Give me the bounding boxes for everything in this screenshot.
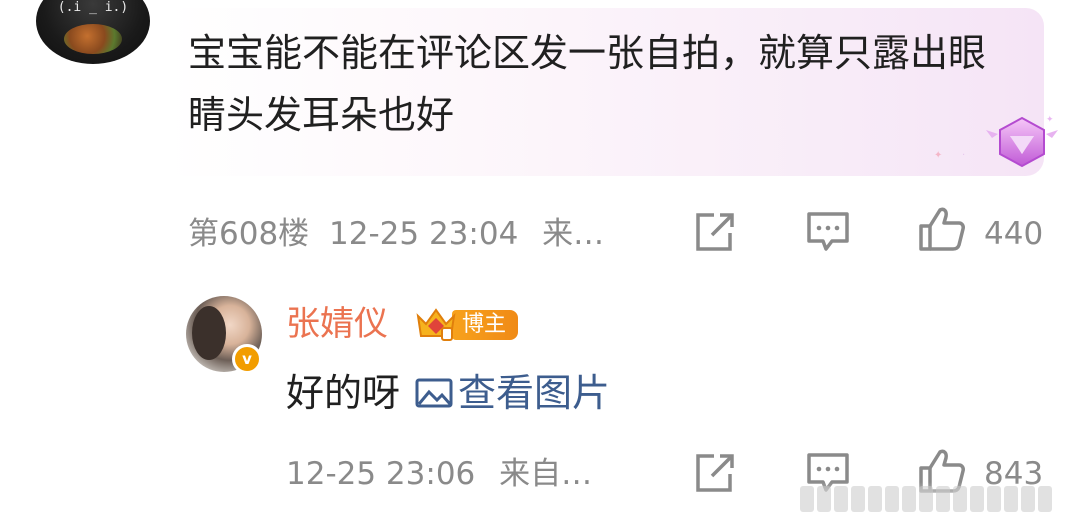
floor-number: 第608楼 xyxy=(188,216,310,252)
image-icon xyxy=(415,378,453,408)
comment-text: 宝宝能不能在评论区发一张自拍，就算只露出眼睛头发耳朵也好 xyxy=(188,31,987,137)
view-image-link[interactable]: 查看图片 xyxy=(414,364,610,422)
sparkle-icon: · xyxy=(962,150,966,161)
comment-time: 12-25 23:04 xyxy=(329,216,519,252)
reply-time: 12-25 23:06 xyxy=(286,456,476,492)
like-button[interactable] xyxy=(918,206,966,252)
avatar-food-bowl xyxy=(64,24,122,54)
repost-button[interactable] xyxy=(692,211,736,253)
reply-repost-button[interactable] xyxy=(692,452,736,494)
view-image-label: 查看图片 xyxy=(458,371,611,415)
verified-badge: v xyxy=(232,344,262,374)
gem-badge-icon: ✦ xyxy=(986,115,1058,168)
comment-icon xyxy=(807,212,849,251)
comment-meta: 第608楼 12-25 23:04 来… xyxy=(188,212,604,256)
repost-icon xyxy=(696,213,734,251)
repost-icon xyxy=(696,454,734,492)
reply-meta: 12-25 23:06 来自… xyxy=(286,452,592,496)
like-icon xyxy=(919,207,965,251)
blogger-badge: 博主 xyxy=(414,306,519,344)
reply-source: 来自… xyxy=(499,456,593,492)
reply-text-row: 好的呀 查看图片 xyxy=(286,364,610,422)
like-count: 440 xyxy=(984,216,1044,252)
reply-author-name[interactable]: 张婧仪 xyxy=(286,302,388,346)
avatar-face-text: (.i _ i.) xyxy=(57,0,129,15)
comment-button[interactable] xyxy=(806,211,850,253)
svg-text:✦: ✦ xyxy=(1046,115,1054,125)
comment-source: 来… xyxy=(542,216,605,252)
commenter-avatar[interactable]: (.i _ i.) xyxy=(36,0,150,64)
avatar-hair xyxy=(192,306,226,360)
watermark xyxy=(800,486,1052,512)
crown-icon xyxy=(416,308,456,341)
badge-label: 博主 xyxy=(452,310,519,340)
sparkle-icon: ✦ xyxy=(934,150,943,161)
reply-text: 好的呀 xyxy=(286,371,401,415)
